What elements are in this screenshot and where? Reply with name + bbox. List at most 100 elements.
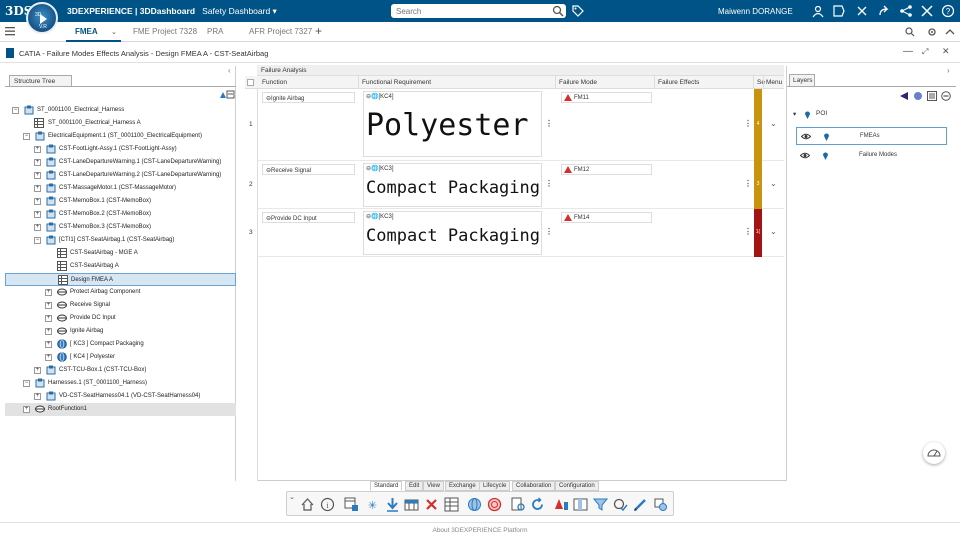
tree-options-icon[interactable] (219, 90, 235, 99)
add-tab-button[interactable]: + (315, 24, 322, 38)
refresh-icon[interactable] (530, 497, 545, 512)
remove-layer-icon[interactable] (941, 91, 951, 101)
collapse-left-panel-icon[interactable]: ‹ (228, 66, 231, 75)
select-all-checkbox[interactable] (247, 79, 254, 86)
row-menu-chevron-icon[interactable]: ⌄ (770, 227, 777, 236)
layer-item[interactable]: Failure Modes (796, 147, 947, 165)
tab-afr-project-7327[interactable]: AFR Project 7327 (249, 27, 312, 36)
action-tab-exchange[interactable]: Exchange (445, 481, 480, 491)
expand-icon[interactable]: + (34, 393, 41, 400)
tree-item[interactable]: + CST-MassageMotor.1 (CST-MassageMotor) (5, 182, 236, 195)
function-cell[interactable]: ⊖Provide DC Input (262, 212, 355, 223)
tree-item[interactable]: Design FMEA A (5, 273, 236, 286)
requirement-cell[interactable]: ⊖🌐[KC4] Polyester (363, 91, 542, 157)
eye-icon[interactable] (800, 152, 810, 159)
collapse-icon[interactable]: − (12, 107, 19, 114)
action-tab-configuration[interactable]: Configuration (555, 481, 599, 491)
tree-item[interactable]: ST_0001100_Electrical_Harness A (5, 117, 236, 130)
expand-icon[interactable]: + (34, 185, 41, 192)
severity-indicator[interactable]: 1( (754, 209, 762, 257)
tree-item[interactable]: CST-SeatAirbag - MGE A (5, 247, 236, 260)
forward-icon[interactable] (877, 4, 891, 18)
compass-icon[interactable]: 3D V.R (26, 2, 58, 34)
tree-item[interactable]: + CST-MemoBox.3 (CST-MemoBox) (5, 221, 236, 234)
tools-icon[interactable] (920, 4, 934, 18)
failure-mode-cell[interactable]: FM14 (561, 212, 652, 223)
layers-tab[interactable]: Layers (789, 74, 815, 86)
tree-item[interactable]: + CST-FootLight-Assy.1 (CST-FootLight-Ass… (5, 143, 236, 156)
requirement-cell[interactable]: ⊖🌐[KC3] Compact Packaging (363, 211, 542, 255)
warning-chart-icon[interactable] (554, 497, 569, 512)
user-icon[interactable] (811, 4, 825, 18)
expand-icon[interactable]: + (34, 367, 41, 374)
requirement-cell[interactable]: ⊖🌐[KC3] Compact Packaging (363, 163, 542, 207)
close-icon[interactable]: ✕ (942, 46, 950, 57)
tree-item[interactable]: + CST-LaneDepartureWarning.1 (CST-LaneDep… (5, 156, 236, 169)
search-red-icon[interactable] (487, 497, 502, 512)
search-icon[interactable] (552, 5, 564, 17)
download-icon[interactable] (385, 497, 400, 512)
col-function[interactable]: Function (262, 79, 287, 86)
tab-pra[interactable]: PRA (207, 27, 223, 36)
help-icon[interactable]: ? (941, 4, 955, 18)
globe-icon[interactable] (467, 497, 482, 512)
expand-icon[interactable]: + (34, 146, 41, 153)
tree-item[interactable]: CST-SeatAirbag A (5, 260, 236, 273)
col-failure-effects[interactable]: Failure Effects (658, 79, 699, 86)
expand-icon[interactable]: + (45, 315, 52, 322)
failure-effects-more-icon[interactable]: ⋮ (744, 227, 752, 236)
floating-action-button[interactable] (923, 442, 945, 464)
structure-tree-tab[interactable]: Structure Tree (9, 75, 72, 86)
tree-item[interactable]: + CST-LaneDepartureWarning.2 (CST-LaneDep… (5, 169, 236, 182)
cube-settings-icon[interactable] (653, 497, 668, 512)
chevron-down-icon[interactable]: ▾ (793, 111, 796, 118)
action-tab-lifecycle[interactable]: Lifecycle (479, 481, 511, 491)
layer-filter-icon[interactable] (913, 91, 923, 101)
expand-icon[interactable]: + (45, 354, 52, 361)
action-tab-edit[interactable]: Edit (405, 481, 424, 491)
tree-item[interactable]: − Harnesses.1 (ST_0001100_Harness) (5, 377, 236, 390)
tree-item[interactable]: + [ KC3 ] Compact Packaging (5, 338, 236, 351)
tree-item[interactable]: + Ignite Airbag (5, 325, 236, 338)
info-icon[interactable]: i (320, 497, 335, 512)
expand-icon[interactable]: + (34, 172, 41, 179)
expand-icon[interactable]: + (23, 406, 30, 413)
share-icon[interactable] (855, 4, 869, 18)
row-menu-chevron-icon[interactable]: ⌄ (770, 119, 777, 128)
maximize-icon[interactable]: ⤢ (922, 47, 928, 57)
collapse-icon[interactable]: − (23, 133, 30, 140)
expand-icon[interactable]: + (34, 198, 41, 205)
tree-item[interactable]: + Protect Airbag Component (5, 286, 236, 299)
action-tab-collaboration[interactable]: Collaboration (512, 481, 556, 491)
collapse-icon[interactable]: − (23, 380, 30, 387)
failure-effects-more-icon[interactable]: ⋮ (744, 119, 752, 128)
severity-indicator[interactable]: 4 (754, 89, 762, 161)
table-row[interactable]: ⊖Ignite Airbag ⊖🌐[KC4] Polyester ⋮ FM11 ⋮ 4 ⌄ (258, 89, 784, 161)
function-cell[interactable]: ⊖Ignite Airbag (262, 92, 355, 103)
collapse-icon[interactable]: − (34, 237, 41, 244)
expand-icon[interactable]: + (45, 289, 52, 296)
filter-icon[interactable] (593, 497, 608, 512)
grid-icon[interactable] (404, 497, 419, 512)
col-menu[interactable]: Menu (766, 79, 782, 86)
tree-item[interactable]: + VD-CST-SeatHarness04.1 (VD-CST-SeatHarn… (5, 390, 236, 403)
tree-item[interactable]: − ST_0001100_Electrical_Harness (5, 104, 236, 117)
collapse-icon[interactable] (944, 26, 956, 38)
failure-effects-more-icon[interactable]: ⋮ (744, 179, 752, 188)
home-icon[interactable] (300, 497, 315, 512)
requirement-more-icon[interactable]: ⋮ (545, 179, 553, 188)
tree-item[interactable]: − [CTI1] CST-SeatAirbag.1 (CST-SeatAirbag… (5, 234, 236, 247)
layer-item[interactable]: FMEAs (796, 127, 947, 145)
insert-table-icon[interactable] (344, 497, 359, 512)
col-functional-requirement[interactable]: Functional Requirement (362, 79, 431, 86)
expand-icon[interactable]: + (45, 341, 52, 348)
tree-item[interactable]: − ElectricalEquipment.1 (ST_0001100_Elect… (5, 130, 236, 143)
tag-icon[interactable] (572, 5, 584, 17)
layer-list-icon[interactable] (927, 91, 937, 101)
action-tab-view[interactable]: View (423, 481, 444, 491)
settings-check-icon[interactable] (613, 497, 628, 512)
tree-item[interactable]: + [ KC4 ] Polyester (5, 351, 236, 364)
share-tab-icon[interactable] (904, 26, 916, 38)
chevron-down-icon[interactable]: ⌄ (111, 28, 117, 36)
expand-icon[interactable]: + (34, 211, 41, 218)
